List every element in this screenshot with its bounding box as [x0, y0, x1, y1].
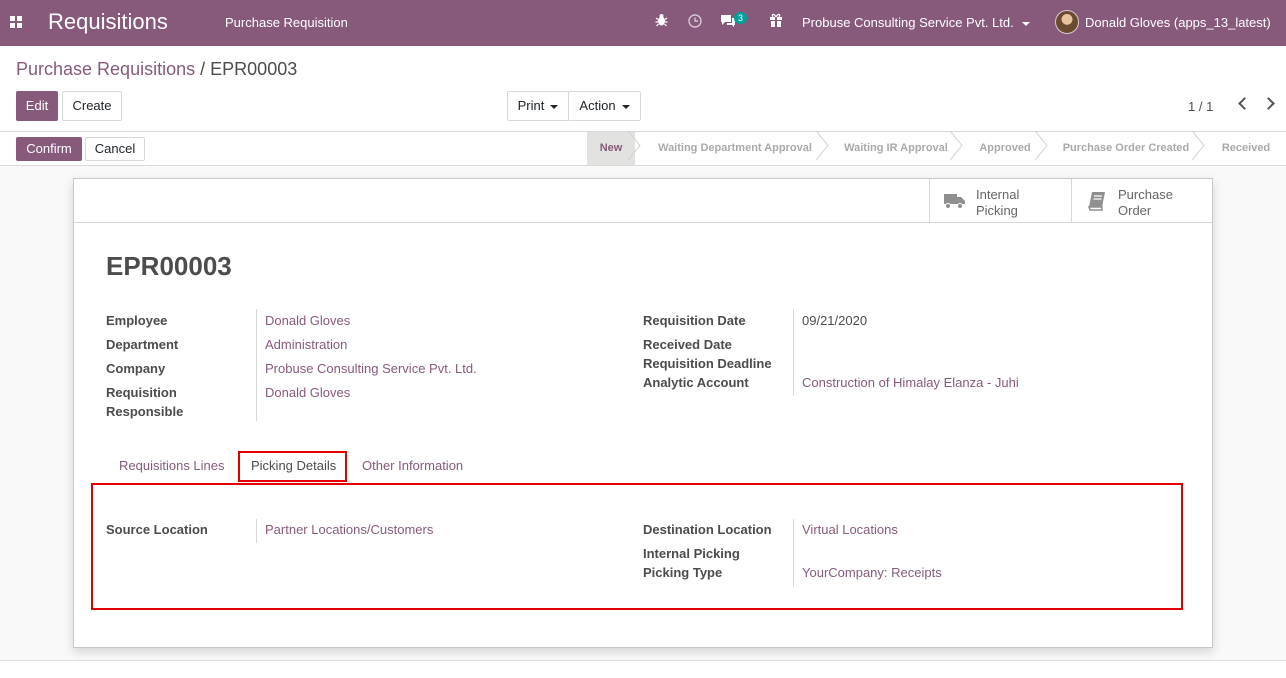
- employee-label: Employee: [106, 313, 168, 328]
- employee-value[interactable]: Donald Gloves: [265, 311, 350, 330]
- bug-icon[interactable]: [655, 13, 668, 30]
- cancel-button[interactable]: Cancel: [85, 137, 145, 161]
- caret-down-icon: [550, 104, 559, 109]
- tab-requisitions-lines[interactable]: Requisitions Lines: [119, 458, 225, 473]
- requisition-date-value[interactable]: 09/21/2020: [802, 311, 867, 330]
- menu-purchase-requisition[interactable]: Purchase Requisition: [225, 15, 348, 30]
- purchase-order-line1: Purchase: [1118, 187, 1173, 202]
- stage-separator: [818, 132, 832, 165]
- edit-button[interactable]: Edit: [16, 91, 58, 121]
- truck-icon: [944, 192, 966, 214]
- status-bar: Confirm Cancel New Waiting Department Ap…: [0, 132, 1286, 166]
- company-value[interactable]: Probuse Consulting Service Pvt. Ltd.: [265, 359, 477, 378]
- internal-picking-line2: Picking: [976, 203, 1018, 218]
- book-icon: [1087, 191, 1106, 215]
- app-title[interactable]: Requisitions: [48, 9, 168, 35]
- internal-picking-line1: Internal: [976, 187, 1020, 202]
- internal-picking-label: Internal Picking: [976, 187, 1019, 219]
- stage-separator: [1194, 132, 1208, 165]
- highlight-box-tab: [238, 451, 347, 482]
- chevron-right-icon[interactable]: [1262, 97, 1275, 110]
- clock-icon[interactable]: [688, 14, 702, 31]
- action-button[interactable]: Action: [568, 91, 641, 121]
- action-label: Action: [579, 98, 616, 113]
- tab-other-information[interactable]: Other Information: [362, 458, 463, 473]
- highlight-box-panel: [91, 483, 1183, 610]
- analytic-account-value[interactable]: Construction of Himalay Elanza - Juhi: [802, 373, 1019, 392]
- avatar[interactable]: [1055, 10, 1079, 34]
- apps-menu-icon[interactable]: [10, 16, 22, 28]
- print-label: Print: [517, 98, 545, 113]
- department-value[interactable]: Administration: [265, 335, 347, 354]
- stage-separator: [952, 132, 966, 165]
- create-button[interactable]: Create: [62, 91, 122, 121]
- purchase-order-label: Purchase Order: [1118, 187, 1173, 219]
- chat-badge: 3: [734, 12, 748, 24]
- stage-waiting-department-approval[interactable]: Waiting Department Approval: [647, 132, 823, 165]
- requisition-date-label: Requisition Date: [643, 313, 746, 328]
- field-divider: [256, 309, 257, 421]
- caret-down-icon: [621, 104, 630, 109]
- company-label: Company: [106, 361, 166, 376]
- breadcrumb: Purchase Requisitions / EPR00003: [16, 59, 297, 80]
- purchase-order-button[interactable]: Purchase Order: [1071, 179, 1212, 222]
- purchase-order-line2: Order: [1118, 203, 1152, 218]
- company-name: Probuse Consulting Service Pvt. Ltd.: [802, 15, 1014, 30]
- record-title: EPR00003: [106, 251, 232, 281]
- stage-received[interactable]: Received: [1210, 132, 1282, 165]
- requisition-responsible-label-line1: Requisition: [106, 385, 177, 400]
- stage-separator: [1037, 132, 1051, 165]
- department-label: Department: [106, 337, 179, 352]
- breadcrumb-separator: /: [200, 59, 206, 79]
- user-menu[interactable]: Donald Gloves (apps_13_latest): [1085, 15, 1271, 30]
- caret-down-icon: [1021, 21, 1030, 26]
- received-date-label: Received Date: [643, 337, 732, 352]
- stage-separator: [630, 132, 644, 165]
- requisition-responsible-label: Requisition Responsible: [106, 383, 183, 421]
- breadcrumb-current: EPR00003: [210, 59, 298, 79]
- requisition-deadline-label: Requisition Deadline: [643, 356, 772, 371]
- chevron-left-icon[interactable]: [1238, 97, 1251, 110]
- confirm-button[interactable]: Confirm: [16, 137, 82, 161]
- company-switcher[interactable]: Probuse Consulting Service Pvt. Ltd.: [802, 15, 1030, 30]
- gift-icon[interactable]: [769, 13, 783, 30]
- field-divider: [793, 309, 794, 396]
- print-button[interactable]: Print: [507, 91, 569, 121]
- stage-waiting-ir-approval[interactable]: Waiting IR Approval: [835, 132, 957, 165]
- divider: [0, 660, 1286, 661]
- top-navbar: Requisitions Purchase Requisition 3 Prob…: [0, 0, 1286, 46]
- internal-picking-button[interactable]: Internal Picking: [929, 179, 1071, 222]
- requisition-responsible-label-line2: Responsible: [106, 404, 184, 419]
- smart-button-box: Internal Picking Purchase Order: [74, 179, 1212, 223]
- analytic-account-label: Analytic Account: [643, 375, 749, 390]
- pager-value[interactable]: 1 / 1: [1188, 99, 1213, 114]
- breadcrumb-parent[interactable]: Purchase Requisitions: [16, 59, 195, 79]
- stage-purchase-order-created[interactable]: Purchase Order Created: [1053, 132, 1199, 165]
- requisition-responsible-value[interactable]: Donald Gloves: [265, 383, 350, 402]
